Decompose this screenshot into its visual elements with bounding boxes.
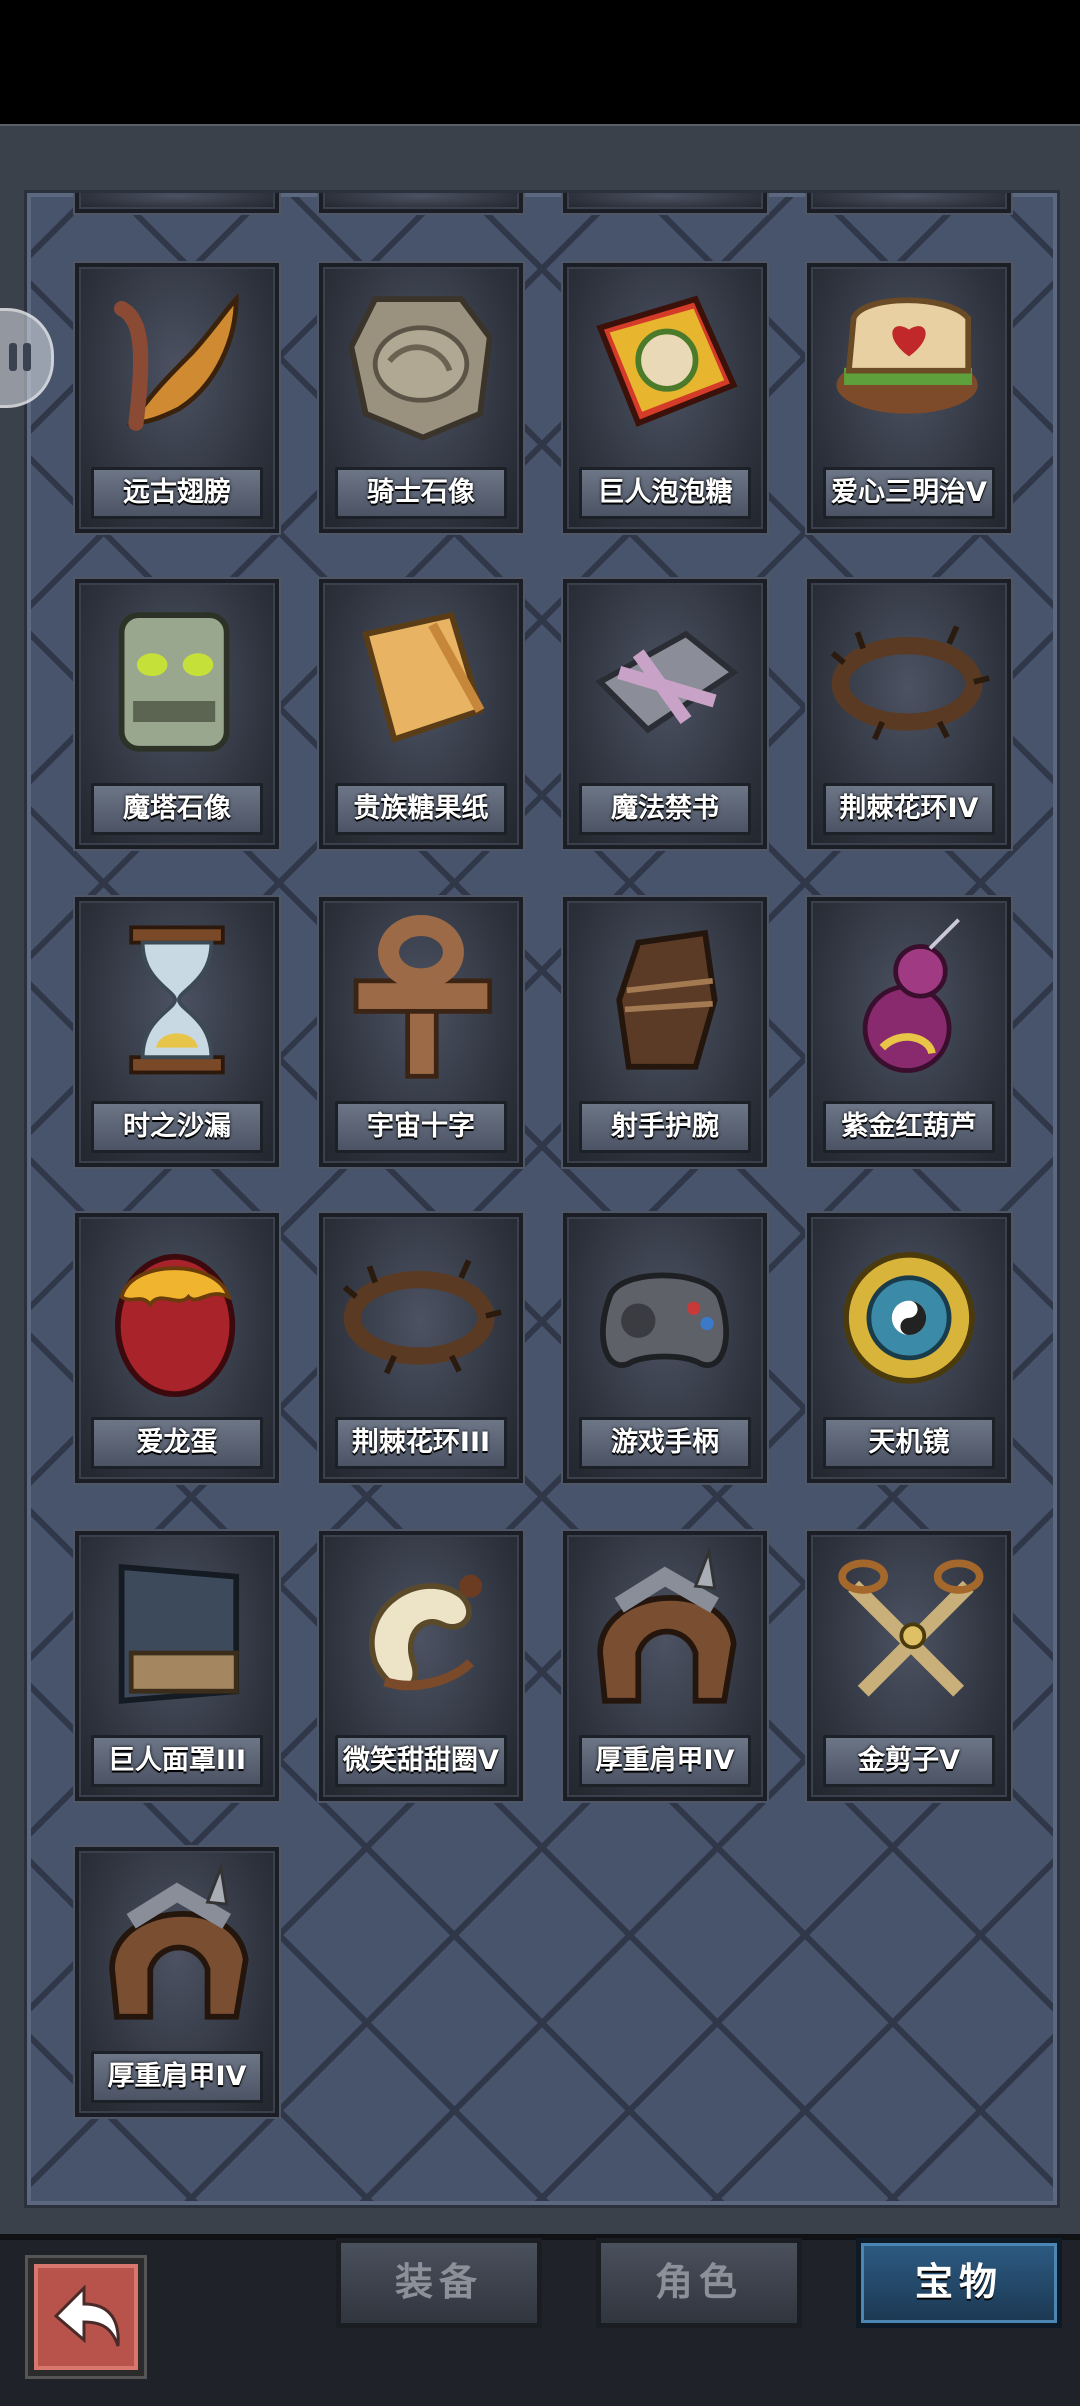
item-card[interactable]: 魔法禁书 [563, 579, 767, 849]
scissors-icon [838, 1559, 984, 1697]
item-label: 游戏手柄 [579, 1417, 751, 1469]
item-card[interactable]: 魔塔石像 [75, 579, 279, 849]
item-label: 魔塔石像 [91, 783, 263, 835]
item-label: 巨人泡泡糖 [579, 467, 751, 519]
item-card[interactable]: 巨人面罩III [75, 1531, 279, 1801]
item-label: 荆棘花环IV [823, 783, 995, 835]
gamepad-icon [600, 1272, 729, 1368]
item-card-partial[interactable] [563, 193, 767, 213]
item-label: 金剪子V [823, 1735, 995, 1787]
stone-plate-icon [348, 296, 493, 441]
tab-treasure[interactable]: 宝物 [856, 2238, 1062, 2328]
tab-equipment[interactable]: 装备 [336, 2238, 542, 2328]
item-card[interactable]: 宇宙十字 [319, 897, 523, 1167]
item-label: 爱龙蛋 [91, 1417, 263, 1469]
tab-character[interactable]: 角色 [596, 2238, 802, 2328]
item-label: 射手护腕 [579, 1101, 751, 1153]
item-card-partial[interactable] [75, 193, 279, 213]
sealed-book-icon [595, 630, 739, 734]
wing-icon [114, 293, 239, 431]
treasure-grid: 远古翅膀 骑士石像 巨人泡泡糖 爱心三明治V 魔塔石像 贵族糖果纸 魔法禁书 荆棘花环IV 时之… [27, 193, 1057, 2205]
item-label: 厚重肩甲IV [91, 2051, 263, 2103]
ankh-cross-icon [353, 914, 493, 1079]
item-card[interactable]: 厚重肩甲IV [563, 1531, 767, 1801]
item-label: 荆棘花环III [335, 1417, 507, 1469]
item-card[interactable]: 爱龙蛋 [75, 1213, 279, 1483]
item-label: 爱心三明治V [823, 467, 995, 519]
thorn-wreath-icon [342, 1259, 502, 1375]
item-card[interactable]: 天机镜 [807, 1213, 1011, 1483]
item-label: 天机镜 [823, 1417, 995, 1469]
thorn-wreath-icon [830, 625, 990, 741]
item-label: 紫金红葫芦 [823, 1101, 995, 1153]
item-label: 骑士石像 [335, 467, 507, 519]
item-card[interactable]: 金剪子V [807, 1531, 1011, 1801]
candy-wrapper-icon [362, 611, 485, 743]
item-label: 远古翅膀 [91, 467, 263, 519]
item-card[interactable]: 爱心三明治V [807, 263, 1011, 533]
item-label: 贵族糖果纸 [335, 783, 507, 835]
bagua-mirror-icon [843, 1251, 975, 1384]
item-card[interactable]: 厚重肩甲IV [75, 1847, 279, 2117]
item-label: 宇宙十字 [335, 1101, 507, 1153]
treasure-grid-panel[interactable]: 远古翅膀 骑士石像 巨人泡泡糖 爱心三明治V 魔塔石像 贵族糖果纸 魔法禁书 荆棘花环IV 时之… [24, 190, 1060, 2208]
item-card[interactable]: 射手护腕 [563, 897, 767, 1167]
mask-icon [118, 1563, 240, 1704]
item-card-partial[interactable] [319, 193, 523, 213]
hourglass-icon [129, 925, 225, 1075]
item-label: 时之沙漏 [91, 1101, 263, 1153]
item-label: 魔法禁书 [579, 783, 751, 835]
item-card[interactable]: 远古翅膀 [75, 263, 279, 533]
item-card[interactable]: 巨人泡泡糖 [563, 263, 767, 533]
pauldron-icon [597, 1547, 737, 1704]
item-label: 厚重肩甲IV [579, 1735, 751, 1787]
bracer-icon [616, 929, 718, 1070]
item-card[interactable]: 荆棘花环IV [807, 579, 1011, 849]
gourd-icon [862, 918, 960, 1073]
item-label: 巨人面罩III [91, 1735, 263, 1787]
item-card[interactable]: 荆棘花环III [319, 1213, 523, 1483]
item-card[interactable]: 贵族糖果纸 [319, 579, 523, 849]
dragon-egg-icon [114, 1253, 236, 1398]
item-card[interactable]: 骑士石像 [319, 263, 523, 533]
item-card[interactable]: 紫金红葫芦 [807, 897, 1011, 1167]
heart-sandwich-icon [836, 297, 978, 414]
status-bar [0, 0, 1080, 124]
item-card[interactable]: 微笑甜甜圈V [319, 1531, 523, 1801]
totem-head-icon [118, 612, 230, 752]
pauldron-icon [109, 1863, 249, 2020]
item-card-partial[interactable] [807, 193, 1011, 213]
back-button[interactable] [28, 2258, 144, 2376]
donut-icon [369, 1574, 483, 1691]
gum-box-icon [596, 295, 738, 427]
item-card[interactable]: 时之沙漏 [75, 897, 279, 1167]
item-label: 微笑甜甜圈V [335, 1735, 507, 1787]
back-arrow-icon [53, 2284, 120, 2347]
item-card[interactable]: 游戏手柄 [563, 1213, 767, 1483]
